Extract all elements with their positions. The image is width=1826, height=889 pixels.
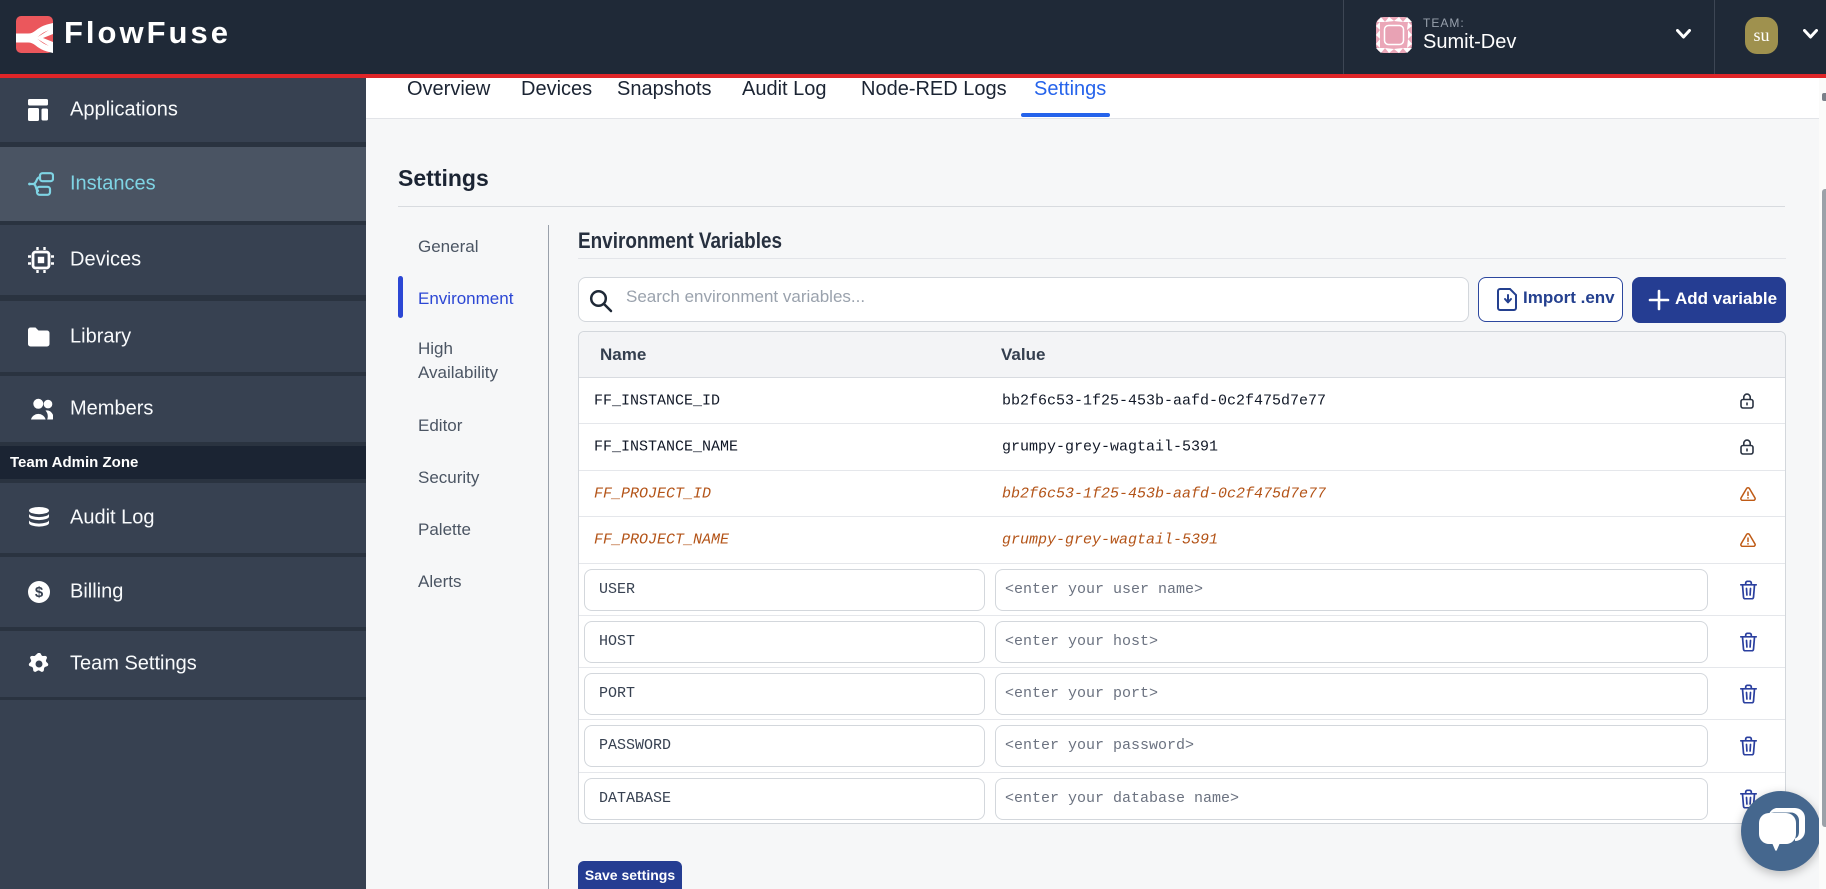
svg-text:$: $ [35,584,44,601]
